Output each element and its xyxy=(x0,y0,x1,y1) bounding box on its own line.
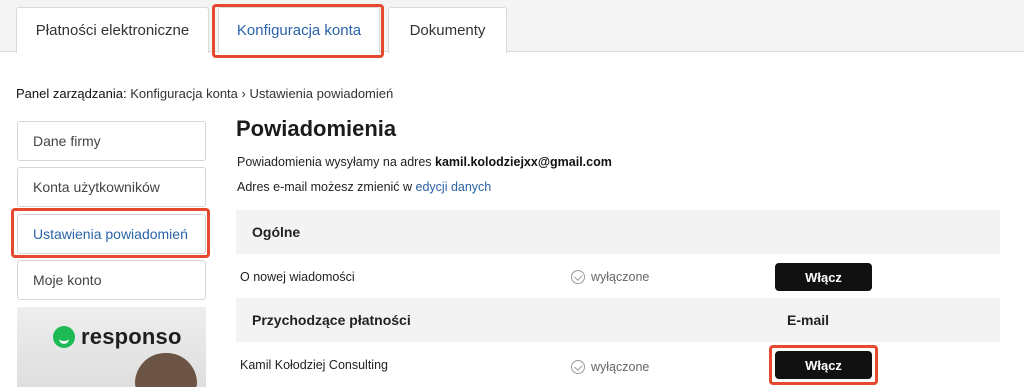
info-text: Adres e-mail możesz zmienić w xyxy=(237,180,416,194)
section-title: Przychodzące płatności xyxy=(252,312,411,328)
ad-brand: responso xyxy=(81,324,182,349)
tab-label: Płatności elektroniczne xyxy=(35,22,190,39)
breadcrumb-root: Panel zarządzania: xyxy=(16,86,127,101)
notification-email: kamil.kolodziejxx@gmail.com xyxy=(435,155,612,169)
sidebar-item-moje-konto[interactable]: Moje konto xyxy=(17,260,206,300)
chat-bubble-icon xyxy=(53,326,75,348)
ad-banner[interactable]: responso xyxy=(17,307,206,387)
tab-label: Dokumenty xyxy=(409,22,486,39)
notification-row-label: O nowej wiadomości xyxy=(240,270,355,284)
section-column-label: E-mail xyxy=(787,312,830,328)
tab-platnosci[interactable]: Płatności elektroniczne xyxy=(16,7,209,53)
sidebar-item-label: Moje konto xyxy=(33,272,102,288)
status-indicator: wyłączone xyxy=(571,270,649,284)
section-header-ogolne: Ogólne xyxy=(236,210,1000,254)
section-title: Ogólne xyxy=(252,224,301,240)
section-header-przychodzace-platnosci: Przychodzące płatności E-mail xyxy=(236,298,1000,342)
top-tab-bar: Płatności elektroniczne Konfiguracja kon… xyxy=(0,0,1024,53)
enable-button-new-message[interactable]: Włącz xyxy=(775,263,872,291)
sidebar-item-konta-uzytkownikow[interactable]: Konta użytkowników xyxy=(17,167,206,207)
sidebar-item-label: Konta użytkowników xyxy=(33,179,160,195)
sidebar-item-dane-firmy[interactable]: Dane firmy xyxy=(17,121,206,161)
status-text: wyłączone xyxy=(591,360,650,374)
change-email-info: Adres e-mail możesz zmienić w edycji dan… xyxy=(237,180,491,194)
check-circle-icon xyxy=(571,270,585,284)
highlight-box-button xyxy=(769,345,878,385)
page-title: Powiadomienia xyxy=(236,116,397,141)
check-circle-icon xyxy=(571,360,585,374)
notification-email-info: Powiadomienia wysyłamy na adres kamil.ko… xyxy=(237,155,612,169)
status-indicator: wyłączone xyxy=(571,360,649,374)
highlight-box-sidebar xyxy=(11,208,210,258)
sidebar-item-label: Dane firmy xyxy=(33,133,101,149)
edit-data-link[interactable]: edycji danych xyxy=(416,180,492,194)
tab-dokumenty[interactable]: Dokumenty xyxy=(388,7,507,53)
highlight-box-tab xyxy=(212,4,384,58)
info-text: Powiadomienia wysyłamy na adres xyxy=(237,155,436,169)
responso-logo: responso xyxy=(53,324,182,350)
notification-row-label: Kamil Kołodziej Consulting xyxy=(240,358,388,372)
breadcrumb-path[interactable]: Konfiguracja konta › Ustawienia powiadom… xyxy=(130,86,393,101)
status-text: wyłączone xyxy=(591,270,650,284)
breadcrumb: Panel zarządzania: Konfiguracja konta › … xyxy=(16,86,393,101)
